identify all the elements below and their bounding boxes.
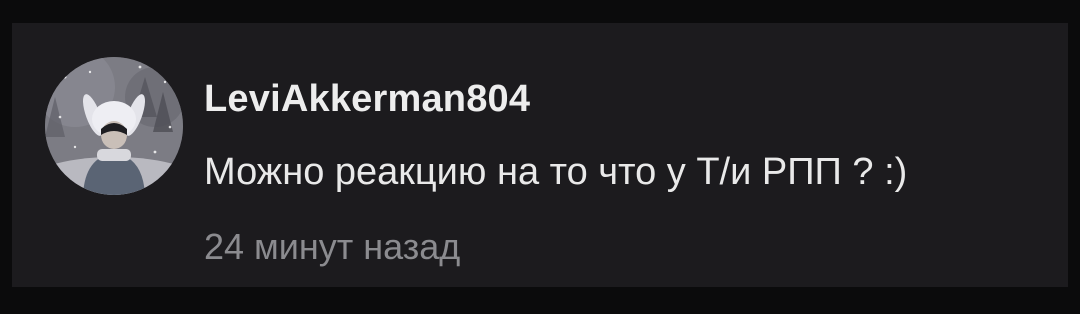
avatar[interactable] xyxy=(45,57,183,195)
comment-timestamp: 24 минут назад xyxy=(204,226,461,267)
comment-author[interactable]: LeviAkkerman804 xyxy=(204,78,530,121)
comment-text: Можно реакцию на то что у Т/и РПП ? :) xyxy=(204,151,908,193)
comment-card: LeviAkkerman804 Можно реакцию на то что … xyxy=(12,23,1068,287)
avatar-image xyxy=(45,57,183,195)
